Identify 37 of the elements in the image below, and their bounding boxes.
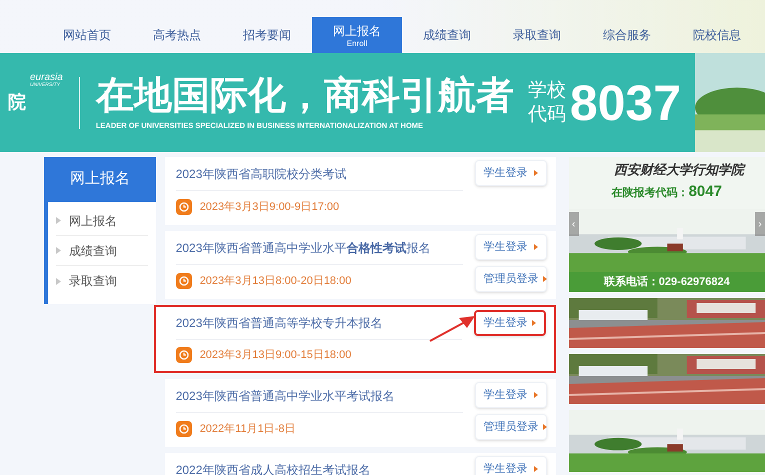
- nav-tab[interactable]: 网上报名 Enroll: [312, 17, 402, 53]
- exam-title[interactable]: 2022年陕西省成人高校招生考试报名: [176, 453, 463, 475]
- exam-title[interactable]: 2023年陕西省普通高中学业水平考试报名: [176, 379, 463, 413]
- nav-tab[interactable]: 综合服务: [582, 17, 672, 53]
- exam-title[interactable]: 2023年陕西省普通高中学业水平合格性考试报名: [176, 231, 463, 265]
- sidebar-item[interactable]: 录取查询: [56, 266, 148, 296]
- college-name: 西安财经大学行知学院: [614, 162, 744, 180]
- nav-tab[interactable]: 网站首页: [42, 17, 132, 53]
- nav-tab[interactable]: 高考热点: [132, 17, 222, 53]
- login-button[interactable]: 学生登录: [474, 234, 547, 260]
- exam-time: 2023年3月13日8:00-20日18:00: [200, 274, 352, 289]
- exam-title[interactable]: 2023年陕西省高职院校分类考试: [176, 157, 463, 191]
- code-label: 代码: [528, 102, 566, 126]
- code-label: 学校: [528, 78, 566, 102]
- exam-code: 在陕报考代码：8047: [612, 182, 722, 202]
- login-button[interactable]: 学生登录: [474, 160, 547, 186]
- school-code: 8037: [570, 78, 682, 128]
- login-button[interactable]: 管理员登录: [474, 266, 547, 292]
- sidebar-header: 网上报名: [44, 157, 156, 202]
- login-button[interactable]: 学生登录: [474, 310, 546, 336]
- exam-title[interactable]: 2023年陕西省普通高等学校专升本报名: [176, 307, 462, 340]
- sidebar-item[interactable]: 成绩查询: [56, 236, 148, 266]
- login-button[interactable]: 学生登录: [474, 456, 547, 475]
- school-name: 院: [8, 91, 26, 114]
- nav-tab[interactable]: 院校信息: [672, 17, 762, 53]
- nav-tab[interactable]: 录取查询: [492, 17, 582, 53]
- login-button[interactable]: 学生登录: [474, 382, 547, 408]
- exam-time: 2023年3月13日9:00-15日18:00: [200, 348, 352, 364]
- nav-tab[interactable]: 成绩查询: [402, 17, 492, 53]
- login-button[interactable]: 管理员登录: [474, 414, 547, 440]
- sidebar-item[interactable]: 网上报名: [56, 206, 148, 236]
- slogan: 在地国际化，商科引航者: [96, 77, 514, 116]
- exam-time: 2023年3月3日9:00-9日17:00: [200, 200, 340, 215]
- exam-time: 2022年11月1日-8日: [200, 422, 296, 437]
- phone-number: 联系电话：029-62976824: [604, 274, 730, 290]
- school-name-en: eurasia: [30, 73, 63, 83]
- nav-tab[interactable]: 招考要闻: [222, 17, 312, 53]
